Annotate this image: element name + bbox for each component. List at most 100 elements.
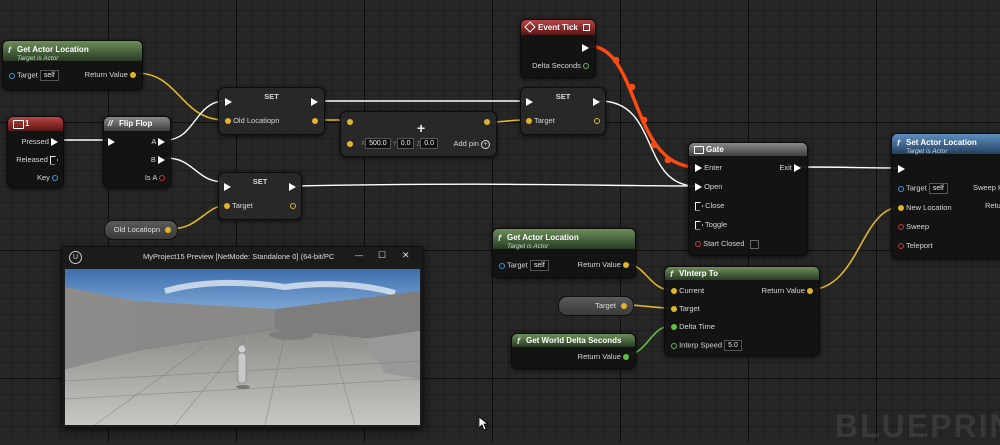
node-event-tick[interactable]: Event Tick Delta Seconds: [520, 19, 596, 78]
exec-pin[interactable]: [695, 201, 703, 211]
target-self-box[interactable]: self: [928, 183, 948, 194]
exec-pin[interactable]: [311, 98, 318, 107]
pin-label-return: Return Value: [577, 260, 621, 269]
pin-label-target: Target: [506, 260, 528, 270]
target-self-box[interactable]: self: [39, 70, 59, 81]
pin-label-pressed: Pressed: [21, 137, 49, 146]
node-get-actor-location[interactable]: f Get Actor Location Target is Actor Tar…: [2, 40, 143, 90]
vector-pin[interactable]: [671, 288, 677, 295]
vector-pin[interactable]: [165, 227, 171, 233]
wire-set3-to-gate-close: [295, 183, 697, 187]
exec-pin[interactable]: [289, 183, 296, 192]
exec-pin[interactable]: [50, 155, 58, 165]
exec-pin[interactable]: [224, 183, 231, 192]
node-subtitle: Target is Actor: [17, 55, 59, 62]
variable-old-location[interactable]: Old Locatiopn: [104, 220, 178, 240]
float-pin[interactable]: [583, 63, 589, 70]
object-pin[interactable]: [499, 262, 505, 269]
start-closed-checkbox[interactable]: [750, 239, 760, 249]
wire-actorloc-to-set1: [135, 72, 226, 121]
pin-label-released: Released: [16, 155, 48, 164]
function-icon: f: [897, 138, 900, 148]
exec-pin[interactable]: [108, 138, 115, 147]
node-set-target[interactable]: SET Target: [520, 87, 606, 135]
vector-pin[interactable]: [594, 118, 600, 125]
node-key-event[interactable]: 1 Pressed Released Key: [7, 116, 64, 188]
vector-z-field[interactable]: 0.0: [420, 138, 438, 149]
node-vector-add[interactable]: + X 500.0 Y 0.0 Z 0.0 Add pin +: [340, 111, 497, 157]
node-get-actor-location-2[interactable]: f Get Actor Location Target is Actor Tar…: [492, 228, 636, 278]
function-icon: f: [498, 233, 501, 243]
vector-y-field[interactable]: 0.0: [396, 138, 415, 149]
node-title: 1: [25, 119, 30, 128]
vector-pin[interactable]: [224, 203, 230, 210]
close-button[interactable]: ✕: [402, 250, 410, 261]
pin-label-exit: Exit: [779, 163, 792, 172]
bool-pin[interactable]: [695, 241, 701, 248]
vector-pin[interactable]: [312, 118, 318, 125]
exec-pin[interactable]: [695, 183, 702, 192]
node-set-target-2[interactable]: SET Target: [218, 172, 302, 220]
node-gate[interactable]: Gate Enter Exit Open Close Toggle Start …: [688, 142, 808, 256]
vector-pin[interactable]: [898, 205, 904, 212]
vector-pin[interactable]: [526, 118, 532, 125]
wire-gate-exit-to-setactor: [794, 166, 902, 169]
struct-pin[interactable]: [52, 175, 58, 182]
vector-pin[interactable]: [130, 72, 136, 79]
float-pin[interactable]: [671, 324, 677, 331]
node-title: Flip Flop: [119, 119, 153, 128]
add-pin-icon[interactable]: +: [481, 139, 490, 149]
interp-speed-field[interactable]: 5.0: [724, 340, 742, 351]
vector-x-field[interactable]: 500.0: [365, 138, 391, 149]
pin-label-delta: Delta Seconds: [532, 61, 581, 70]
pin-label-delta-time: Delta Time: [679, 322, 715, 331]
pin-label-target: Target: [533, 116, 555, 125]
exec-pin[interactable]: [158, 156, 165, 165]
object-pin[interactable]: [9, 72, 15, 79]
variable-target[interactable]: Target: [558, 296, 634, 316]
object-pin[interactable]: [898, 185, 904, 192]
exec-pin[interactable]: [898, 165, 905, 174]
node-vinterp-to[interactable]: f VInterp To Current Return Value Target…: [664, 266, 820, 356]
delegate-pin[interactable]: [583, 24, 590, 31]
game-viewport[interactable]: [65, 269, 420, 425]
node-flip-flop[interactable]: // Flip Flop A B Is A: [103, 116, 171, 188]
bool-pin[interactable]: [898, 224, 904, 231]
vector-pin[interactable]: [671, 306, 677, 313]
maximize-button[interactable]: ☐: [378, 250, 386, 261]
float-pin[interactable]: [623, 354, 629, 361]
bool-pin[interactable]: [898, 243, 904, 250]
preview-titlebar[interactable]: U MyProject15 Preview [NetMode: Standalo…: [63, 247, 422, 267]
exec-pin[interactable]: [225, 98, 232, 107]
target-self-box[interactable]: self: [529, 260, 549, 271]
node-title: Event Tick: [538, 23, 578, 32]
exec-pin[interactable]: [526, 98, 533, 107]
vector-pin[interactable]: [290, 203, 296, 210]
vector-pin[interactable]: [225, 118, 231, 125]
node-title: Gate: [706, 145, 724, 154]
node-get-world-delta-seconds[interactable]: f Get World Delta Seconds Return Value: [511, 333, 636, 369]
vector-pin[interactable]: [484, 119, 490, 126]
vector-pin[interactable]: [347, 119, 353, 126]
exec-pin[interactable]: [593, 98, 600, 107]
exec-pin[interactable]: [695, 220, 703, 230]
unreal-logo-icon: U: [69, 251, 82, 264]
node-set-old-location[interactable]: SET Old Locatiopn: [218, 87, 325, 135]
pin-label-enter: Enter: [704, 163, 723, 172]
float-pin[interactable]: [671, 342, 677, 349]
exec-pin[interactable]: [158, 138, 165, 147]
bool-pin[interactable]: [159, 175, 165, 182]
node-set-actor-location[interactable]: f Set Actor Location Target is Actor Tar…: [891, 133, 1000, 259]
preview-window[interactable]: U MyProject15 Preview [NetMode: Standalo…: [62, 246, 423, 428]
wire-flipflop-a-to-set1: [165, 100, 226, 141]
exec-pin[interactable]: [582, 44, 589, 53]
exec-pin[interactable]: [695, 164, 702, 173]
exec-pin[interactable]: [794, 164, 801, 173]
vector-pin[interactable]: [807, 288, 813, 295]
exec-pin[interactable]: [51, 138, 58, 147]
minimize-button[interactable]: —: [355, 251, 363, 260]
vector-pin[interactable]: [623, 262, 629, 269]
add-pin-label[interactable]: Add pin: [453, 139, 478, 148]
vector-pin[interactable]: [621, 303, 627, 309]
vector-pin[interactable]: [347, 140, 353, 147]
